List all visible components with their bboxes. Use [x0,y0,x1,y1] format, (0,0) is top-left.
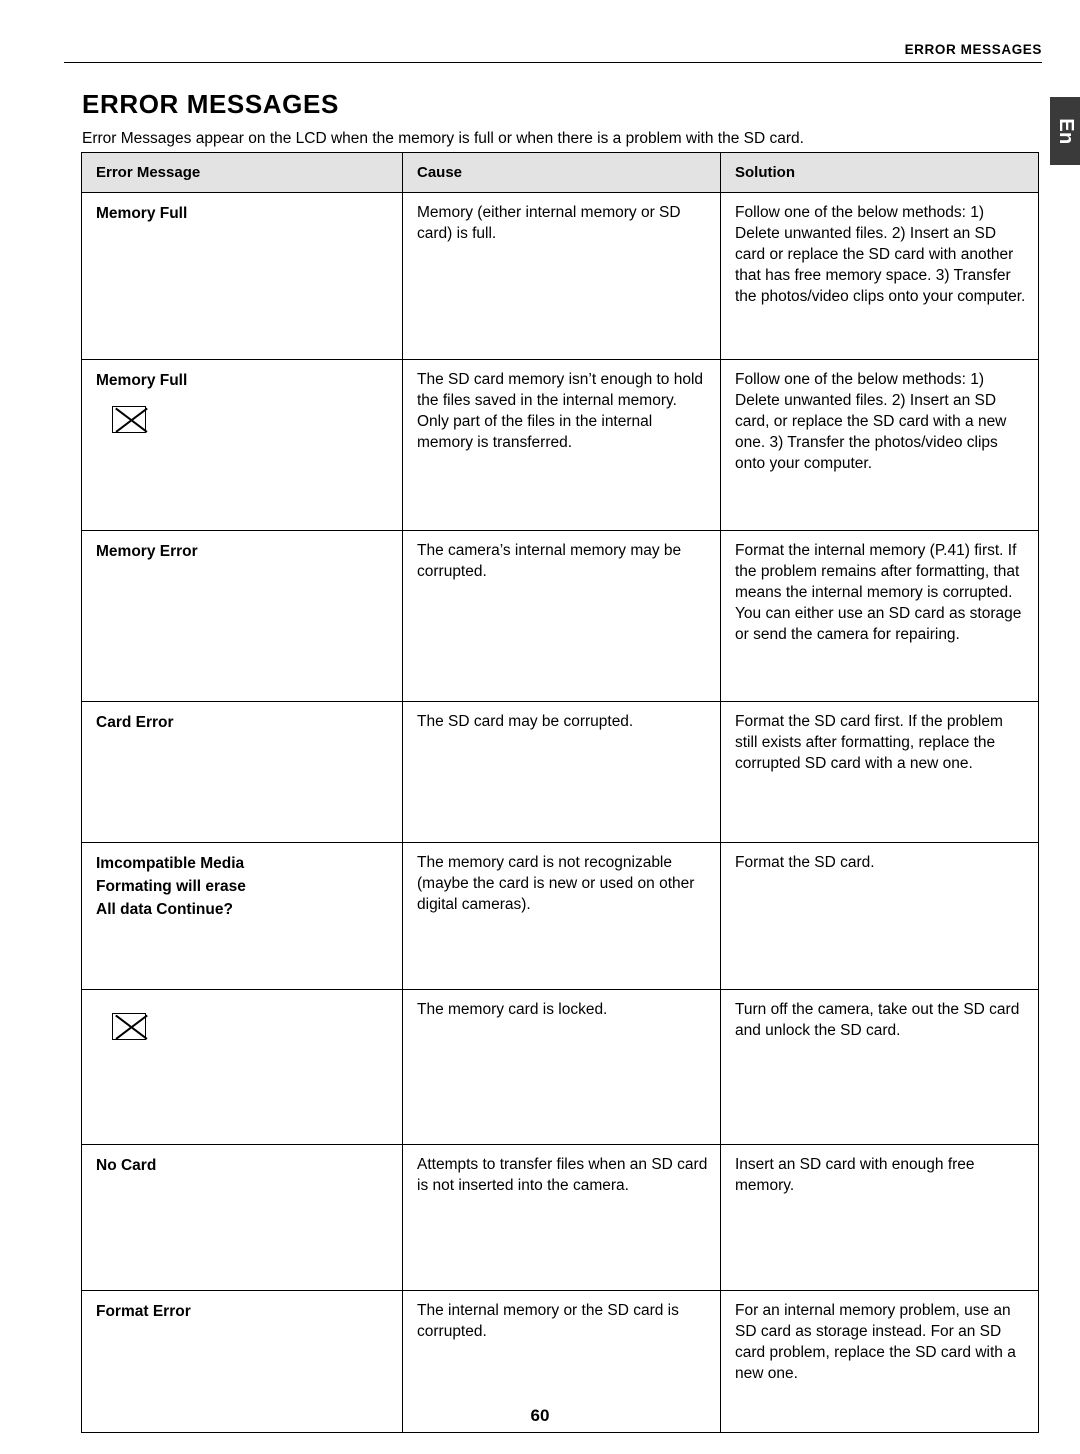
table-row: Memory Error The camera’s internal memor… [81,530,1039,702]
cell-cause: The SD card memory isn’t enough to hold … [402,359,721,531]
language-side-tab-label: En [1054,117,1077,145]
cell-error-message: Memory Full [81,192,403,360]
error-message-line: Memory Full [96,205,188,222]
page-title: ERROR MESSAGES [82,89,339,120]
cell-cause: The memory card is locked. [402,989,721,1145]
cell-error-message: Memory Error [81,530,403,702]
error-message-line: Memory Full [96,372,188,389]
cell-error-message [81,989,403,1145]
table-row: Card Error The SD card may be corrupted.… [81,701,1039,843]
column-header-solution: Solution [720,152,1039,193]
cell-solution: Follow one of the below methods: 1) Dele… [720,359,1039,531]
error-message-line: Memory Error [96,543,198,560]
column-header-error-message: Error Message [81,152,403,193]
header-divider [64,62,1042,63]
cell-solution: Turn off the camera, take out the SD car… [720,989,1039,1145]
table-row: Memory Full Memory (either internal memo… [81,192,1039,360]
cell-cause: The SD card may be corrupted. [402,701,721,843]
error-message-line: Format Error [96,1303,191,1320]
cell-solution: Insert an SD card with enough free memor… [720,1144,1039,1291]
error-messages-table: Error Message Cause Solution Memory Full… [81,152,1039,1433]
page-number: 60 [530,1406,550,1425]
manual-page: ERROR MESSAGES En ERROR MESSAGES Error M… [0,0,1080,1454]
cell-error-message: Card Error [81,701,403,843]
table-row: Imcompatible Media Formating will erase … [81,842,1039,990]
table-header-row: Error Message Cause Solution [81,152,1039,193]
table-row: The memory card is locked. Turn off the … [81,989,1039,1145]
cell-cause: Memory (either internal memory or SD car… [402,192,721,360]
error-message-line: All data Continue? [96,901,233,918]
intro-paragraph: Error Messages appear on the LCD when th… [82,129,804,147]
cell-cause: Attempts to transfer files when an SD ca… [402,1144,721,1291]
error-message-line: Card Error [96,714,174,731]
card-locked-icon [112,406,146,433]
cell-solution: Format the internal memory (P.41) first.… [720,530,1039,702]
error-message-line: No Card [96,1157,157,1174]
table-row: No Card Attempts to transfer files when … [81,1144,1039,1291]
column-header-cause: Cause [402,152,721,193]
error-message-line: Formating will erase [96,878,246,895]
cell-cause: The memory card is not recognizable (may… [402,842,721,990]
cell-error-message: No Card [81,1144,403,1291]
running-header: ERROR MESSAGES [904,42,1042,57]
cell-solution: Format the SD card first. If the problem… [720,701,1039,843]
cell-solution: Format the SD card. [720,842,1039,990]
error-message-line: Imcompatible Media [96,855,245,872]
cell-cause: The camera’s internal memory may be corr… [402,530,721,702]
cell-error-message: Imcompatible Media Formating will erase … [81,842,403,990]
table-row: Memory Full The SD card memory isn’t eno… [81,359,1039,531]
cell-solution: Follow one of the below methods: 1) Dele… [720,192,1039,360]
card-locked-icon [112,1013,146,1040]
language-side-tab: En [1050,97,1080,165]
cell-error-message: Memory Full [81,359,403,531]
